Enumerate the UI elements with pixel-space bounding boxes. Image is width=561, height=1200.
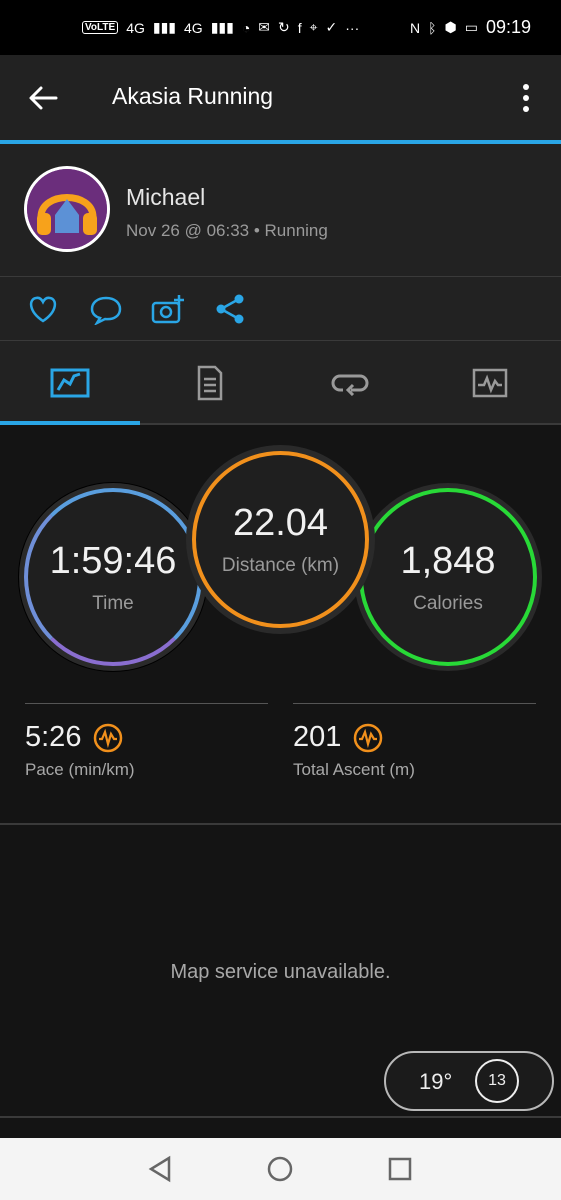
location-icon: ⬢	[444, 19, 457, 35]
location-app-icon: ⌖	[309, 19, 318, 35]
comment-icon[interactable]	[89, 293, 123, 325]
ascent-label: Total Ascent (m)	[293, 760, 415, 779]
status-left: VoLTE 4G ▮▮▮ 4G ▮▮▮ ◔ ✉ ↻ f ⌖ ✓ ···	[82, 19, 359, 36]
facebook-icon: f	[297, 19, 302, 36]
signal-label-1: 4G	[126, 19, 145, 36]
back-arrow-icon[interactable]	[26, 81, 60, 115]
overview-tab-icon	[50, 368, 90, 398]
app-bar: Akasia Running	[0, 55, 561, 140]
recents-square-icon[interactable]	[386, 1155, 414, 1183]
avatar[interactable]	[24, 166, 110, 252]
bluetooth-icon: ᛒ	[428, 19, 437, 36]
battery-icon: ▭	[464, 19, 478, 35]
system-nav-bar	[0, 1138, 561, 1200]
sync-icon: ↻	[278, 19, 290, 35]
ascent-metric: 201 Total Ascent (m)	[293, 721, 415, 780]
chart-activity-icon[interactable]	[353, 723, 383, 753]
tab-details[interactable]	[140, 341, 280, 425]
home-circle-icon[interactable]	[266, 1155, 294, 1183]
headphones-avatar-icon	[27, 169, 107, 249]
tab-laps[interactable]	[280, 341, 420, 425]
more-notifications: ···	[345, 19, 360, 36]
wifi-icon: ◔	[241, 19, 251, 36]
activity-meta: Nov 26 @ 06:33 • Running	[126, 221, 328, 240]
map-unavailable-message: Map service unavailable.	[170, 961, 391, 983]
time-ring: 1:59:46 Time	[19, 483, 207, 671]
activity-tabs	[0, 341, 561, 425]
ascent-value: 201	[293, 721, 342, 753]
chart-activity-icon[interactable]	[93, 723, 123, 753]
tab-overview[interactable]	[0, 341, 140, 425]
status-bar: VoLTE 4G ▮▮▮ 4G ▮▮▮ ◔ ✉ ↻ f ⌖ ✓ ··· N ᛒ …	[0, 0, 561, 55]
mail-icon: ✉	[258, 19, 271, 35]
user-name[interactable]: Michael	[126, 184, 205, 211]
wind-speed: 13	[475, 1059, 519, 1103]
signal-label-2: 4G	[184, 19, 203, 36]
activity-profile: Michael Nov 26 @ 06:33 • Running	[0, 144, 561, 276]
pace-rule	[25, 703, 268, 704]
status-right: N ᛒ ⬢ ▭ 09:19	[410, 17, 531, 38]
tab-charts[interactable]	[420, 341, 560, 425]
map-bottom-divider	[0, 1116, 561, 1118]
back-triangle-icon[interactable]	[146, 1155, 174, 1183]
wind-value: 13	[488, 1072, 506, 1089]
distance-ring: 22.04 Distance (km)	[186, 445, 375, 634]
add-photo-icon[interactable]	[151, 293, 185, 325]
signal-icon: ▮▮▮	[210, 19, 234, 35]
pace-label: Pace (min/km)	[25, 760, 135, 779]
more-options-icon[interactable]	[514, 81, 538, 115]
ascent-rule	[293, 703, 536, 704]
app-icon: ✓	[325, 19, 338, 35]
status-time: 09:19	[485, 17, 531, 37]
temperature: 19°	[419, 1069, 453, 1094]
volte-badge: VoLTE	[82, 21, 119, 34]
pace-metric: 5:26 Pace (min/km)	[25, 721, 135, 780]
page-title: Akasia Running	[112, 83, 274, 109]
calories-ring: 1,848 Calories	[354, 483, 542, 671]
charts-tab-icon	[472, 368, 508, 398]
map-area[interactable]: Map service unavailable. 19° 13	[0, 823, 561, 1118]
nfc-icon: N	[409, 19, 421, 36]
laps-tab-icon	[331, 374, 369, 396]
stats-section: 1:59:46 Time 1,848 Calories 22.04 Distan…	[0, 425, 561, 821]
pace-value: 5:26	[25, 721, 82, 753]
action-bar	[0, 277, 561, 340]
weather-widget[interactable]: 19° 13	[384, 1051, 554, 1111]
like-icon[interactable]	[26, 293, 60, 325]
share-icon[interactable]	[214, 293, 248, 325]
details-tab-icon	[197, 365, 223, 401]
signal-icon: ▮▮▮	[152, 19, 176, 35]
